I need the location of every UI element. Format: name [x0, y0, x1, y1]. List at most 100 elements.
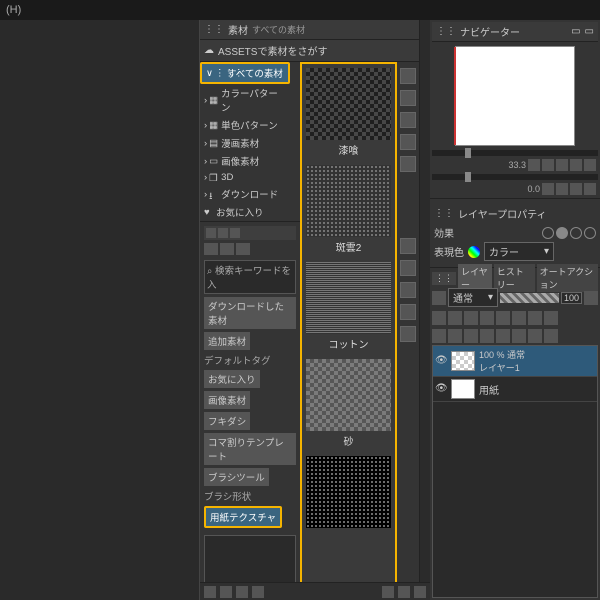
color-mode-value: カラー: [489, 244, 519, 259]
tag-brush-tool[interactable]: ブラシツール: [204, 468, 269, 486]
view-icon[interactable]: [220, 586, 232, 598]
eye-icon[interactable]: 👁: [435, 355, 447, 367]
tool-icon[interactable]: [496, 329, 510, 343]
tree-favorite[interactable]: ♥お気に入り: [200, 203, 290, 221]
blend-mode-select[interactable]: 通常: [448, 288, 498, 307]
tag-added[interactable]: 追加素材: [204, 332, 250, 350]
tag-tool-icon[interactable]: [204, 243, 218, 255]
tool-icon[interactable]: [230, 228, 240, 238]
tree-mono-pattern[interactable]: ›▦単色パターン: [200, 116, 290, 134]
tool-icon[interactable]: [570, 183, 582, 195]
color-mode-select[interactable]: カラー: [484, 242, 554, 261]
material-item[interactable]: 漆喰: [306, 68, 391, 159]
navigator-title[interactable]: ⋮⋮ナビゲーター▭▭: [432, 22, 598, 42]
lp-title[interactable]: ⋮⋮レイヤープロパティ: [434, 203, 596, 223]
fit-icon[interactable]: [556, 159, 568, 171]
rotate-icon[interactable]: [542, 183, 554, 195]
tool-icon[interactable]: [400, 90, 416, 106]
tool-icon[interactable]: [400, 156, 416, 172]
eye-icon[interactable]: 👁: [435, 383, 447, 395]
tree-image[interactable]: ›▭画像素材: [200, 152, 290, 170]
assets-search-bar[interactable]: ☁ ASSETSで素材をさがす: [200, 40, 419, 62]
material-item[interactable]: [306, 456, 391, 528]
material-item[interactable]: コットン: [306, 262, 391, 353]
tool-icon[interactable]: [480, 311, 494, 325]
view-icon[interactable]: [252, 586, 264, 598]
tool-icon[interactable]: [496, 311, 510, 325]
material-panel-title[interactable]: ⋮⋮ 素材 すべての素材: [200, 20, 419, 40]
tag-favorite[interactable]: お気に入り: [204, 370, 260, 388]
search-icon[interactable]: [400, 68, 416, 84]
menu-help[interactable]: (H): [6, 4, 21, 16]
material-item[interactable]: 砂: [306, 359, 391, 450]
tool-icon[interactable]: [464, 311, 478, 325]
tool-icon[interactable]: [480, 329, 494, 343]
navigator-canvas[interactable]: [455, 46, 575, 146]
effect-btn[interactable]: [542, 227, 554, 239]
view-icon[interactable]: [236, 586, 248, 598]
tree-download[interactable]: ›⭳ダウンロード: [200, 185, 290, 203]
effect-btn[interactable]: [556, 227, 568, 239]
tool-icon[interactable]: [448, 329, 462, 343]
tool-icon[interactable]: [464, 329, 478, 343]
rotate-slider[interactable]: [432, 174, 598, 180]
tool-icon[interactable]: [584, 291, 598, 305]
canvas-area[interactable]: [0, 20, 200, 600]
tool-icon[interactable]: [544, 311, 558, 325]
tool-icon[interactable]: [584, 183, 596, 195]
tag-fukidashi[interactable]: フキダシ: [204, 412, 250, 430]
zoom-in-icon[interactable]: [542, 159, 554, 171]
tool-icon[interactable]: [400, 112, 416, 128]
rotate-icon[interactable]: [556, 183, 568, 195]
tool-icon[interactable]: [432, 291, 446, 305]
trash-icon[interactable]: [414, 586, 426, 598]
tree-3d[interactable]: ›❒3D: [200, 170, 290, 185]
tag-koma[interactable]: コマ割りテンプレート: [204, 433, 296, 465]
opacity-value[interactable]: 100: [561, 292, 582, 304]
view-icon[interactable]: [204, 586, 216, 598]
tag-downloaded[interactable]: ダウンロードした素材: [204, 297, 296, 329]
tool-icon[interactable]: [448, 311, 462, 325]
folder-icon[interactable]: [382, 586, 394, 598]
tag-tool-icon[interactable]: [236, 243, 250, 255]
tree-color-pattern[interactable]: ›▦カラーパターン: [200, 84, 290, 116]
tool-icon[interactable]: [218, 228, 228, 238]
opacity-slider[interactable]: [500, 293, 559, 303]
tool-icon[interactable]: [528, 311, 542, 325]
tree-manga[interactable]: ›▤漫画素材: [200, 134, 290, 152]
layer-row[interactable]: 👁 用紙: [433, 377, 597, 402]
material-tree: ∨⋮⋮⋮すべての素材 ›▦カラーパターン ›▦単色パターン ›▤漫画素材 ›▭画…: [200, 62, 290, 221]
tool-icon[interactable]: [400, 326, 416, 342]
tool-icon[interactable]: [432, 311, 446, 325]
tool-icon[interactable]: [400, 282, 416, 298]
tool-icon[interactable]: [400, 238, 416, 254]
gear-icon[interactable]: [398, 586, 410, 598]
effect-btn[interactable]: [584, 227, 596, 239]
tool-icon[interactable]: [528, 329, 542, 343]
zoom-out-icon[interactable]: [528, 159, 540, 171]
tool-icon[interactable]: [400, 304, 416, 320]
tool-icon[interactable]: [206, 228, 216, 238]
tag-image-mat[interactable]: 画像素材: [204, 391, 250, 409]
material-title-label: 素材: [228, 22, 248, 37]
tool-icon[interactable]: [570, 159, 582, 171]
tag-paper-texture[interactable]: 用紙テクスチャ: [204, 506, 282, 528]
tool-icon[interactable]: [584, 159, 596, 171]
panel-icon[interactable]: ▭: [571, 26, 580, 37]
effect-btn[interactable]: [570, 227, 582, 239]
tool-icon[interactable]: [512, 329, 526, 343]
tool-icon[interactable]: [400, 134, 416, 150]
tag-tool-icon[interactable]: [220, 243, 234, 255]
layer-panel: ⋮⋮レイヤーヒストリーオートアクション 通常100 👁 100 % 通常 レイヤ…: [430, 268, 600, 600]
tag-search-input[interactable]: ⌕ 検索キーワードを入: [204, 260, 296, 294]
tree-toolbar: [204, 226, 296, 240]
layer-row[interactable]: 👁 100 % 通常 レイヤー1: [433, 346, 597, 377]
tool-icon[interactable]: [544, 329, 558, 343]
zoom-slider[interactable]: [432, 150, 598, 156]
tree-all-materials[interactable]: ∨⋮⋮⋮すべての素材: [200, 62, 290, 84]
tool-icon[interactable]: [400, 260, 416, 276]
tool-icon[interactable]: [512, 311, 526, 325]
material-item[interactable]: 斑雲2: [306, 165, 391, 256]
tool-icon[interactable]: [432, 329, 446, 343]
panel-icon[interactable]: ▭: [585, 26, 594, 37]
